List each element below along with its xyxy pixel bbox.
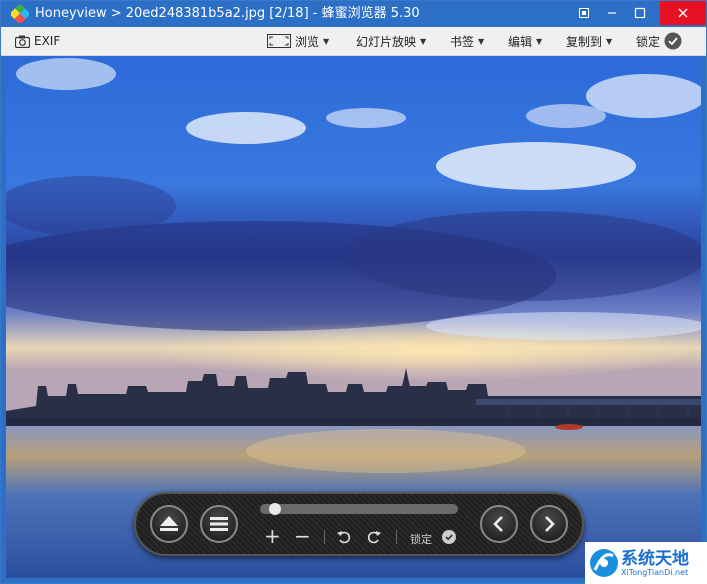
divider	[324, 530, 325, 544]
window-title: Honeyview > 20ed248381b5a2.jpg [2/18] - …	[35, 6, 420, 21]
chevron-down-icon: ▼	[536, 36, 543, 46]
eject-icon	[160, 516, 178, 531]
watermark-subtitle: XiTongTianDi.net	[621, 568, 689, 577]
slideshow-menu[interactable]: 幻灯片放映 ▼	[356, 27, 426, 55]
control-panel: + − 锁定	[134, 492, 584, 556]
camera-icon	[15, 35, 30, 48]
edit-label: 编辑	[508, 34, 533, 49]
exif-label: EXIF	[34, 34, 61, 48]
slider-handle[interactable]	[269, 503, 282, 515]
rotate-left-icon[interactable]	[336, 529, 352, 545]
chevron-down-icon: ▼	[606, 36, 613, 46]
honeyview-logo-icon	[11, 5, 29, 23]
checkmark-circle-icon[interactable]	[442, 530, 456, 544]
zoom-in-button[interactable]: +	[264, 526, 281, 546]
divider	[396, 530, 397, 544]
maximize-button[interactable]	[626, 1, 654, 25]
browse-menu[interactable]: 浏览 ▼	[267, 27, 329, 55]
eject-button[interactable]	[150, 505, 188, 543]
fullscreen-icon	[267, 34, 291, 48]
title-bar[interactable]: Honeyview > 20ed248381b5a2.jpg [2/18] - …	[1, 1, 706, 27]
restore-icon[interactable]	[570, 1, 598, 25]
slideshow-label: 幻灯片放映	[356, 34, 417, 49]
app-window: Honeyview > 20ed248381b5a2.jpg [2/18] - …	[0, 0, 707, 584]
close-button[interactable]	[660, 1, 706, 25]
previous-button[interactable]	[480, 505, 518, 543]
copy-to-menu[interactable]: 复制到 ▼	[566, 27, 612, 55]
exif-button[interactable]: EXIF	[15, 27, 60, 55]
lock-toggle[interactable]: 锁定	[636, 27, 682, 55]
rotate-right-icon[interactable]	[366, 529, 382, 545]
watermark-title: 系统天地	[621, 549, 689, 569]
zoom-slider[interactable]	[260, 503, 458, 515]
bookmark-label: 书签	[450, 34, 475, 49]
chevron-left-icon	[493, 516, 503, 532]
image-viewer[interactable]: + − 锁定	[6, 56, 701, 578]
chevron-right-icon	[545, 516, 555, 532]
copy-to-label: 复制到	[566, 34, 603, 49]
chevron-down-icon: ▼	[478, 36, 485, 46]
edit-menu[interactable]: 编辑 ▼	[508, 27, 542, 55]
checkmark-circle-icon	[664, 32, 682, 50]
zoom-out-button[interactable]: −	[294, 526, 311, 546]
menu-bar: EXIF 浏览 ▼ 幻灯片放映 ▼ 书签 ▼ 编辑 ▼ 复制到 ▼ 锁定	[1, 27, 706, 56]
panel-lock-label[interactable]: 锁定	[410, 531, 432, 547]
watermark-logo-icon	[590, 549, 618, 577]
chevron-down-icon: ▼	[420, 36, 427, 46]
browse-label: 浏览	[295, 34, 320, 49]
bookmark-menu[interactable]: 书签 ▼	[450, 27, 484, 55]
watermark: 系统天地 XiTongTianDi.net	[585, 542, 707, 584]
menu-button[interactable]	[200, 505, 238, 543]
minimize-button[interactable]	[598, 1, 626, 25]
hamburger-menu-icon	[210, 517, 228, 531]
chevron-down-icon: ▼	[323, 36, 330, 46]
next-button[interactable]	[530, 505, 568, 543]
lock-label: 锁定	[636, 34, 661, 49]
